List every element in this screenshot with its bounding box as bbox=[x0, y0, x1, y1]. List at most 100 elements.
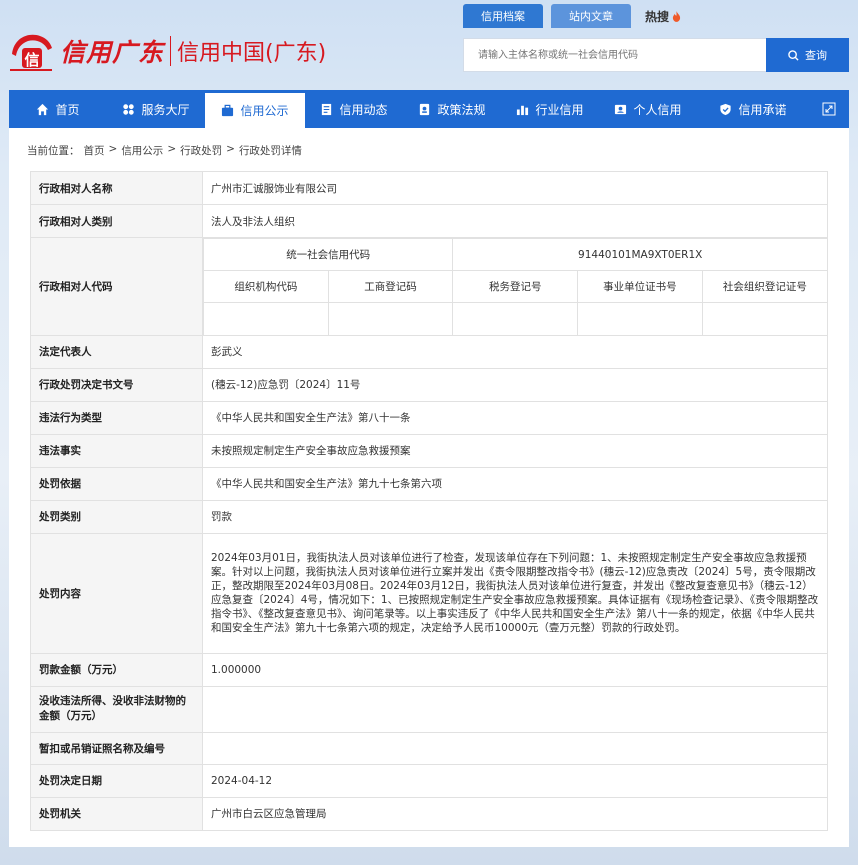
nav-item-label: 信用动态 bbox=[339, 102, 388, 117]
facts-label: 违法事实 bbox=[30, 433, 203, 468]
breadcrumb-home[interactable]: 首页 bbox=[84, 143, 105, 158]
shield-icon bbox=[720, 103, 732, 115]
search-icon bbox=[788, 49, 799, 61]
site-header: 信 信用广东 信用中国(广东) 信用档案 站内文章 热搜 查询 bbox=[0, 0, 858, 90]
authority-value: 广州市白云区应急管理局 bbox=[202, 796, 828, 831]
uscc-value: 91440101MA9XT0ER1X bbox=[452, 238, 827, 271]
penalty-type-value: 罚款 bbox=[202, 499, 828, 534]
document-icon bbox=[322, 103, 332, 115]
main-content: 当前位置： 首页 > 信用公示 > 行政处罚 > 行政处罚详情 行政相对人名称 … bbox=[9, 128, 849, 847]
breadcrumb-sep: > bbox=[167, 143, 177, 155]
logo-site-name: 信用中国(广东) bbox=[177, 41, 327, 66]
nav-item-industry-credit[interactable]: 行业信用 bbox=[501, 90, 599, 128]
table-row: 处罚类别 罚款 bbox=[30, 499, 828, 534]
breadcrumb-current: 行政处罚详情 bbox=[238, 145, 302, 157]
nav-item-credit-commitment[interactable]: 信用承诺 bbox=[697, 90, 809, 128]
table-row: 违法行为类型 《中华人民共和国安全生产法》第八十一条 bbox=[30, 400, 828, 435]
social-org-value bbox=[701, 302, 827, 335]
business-reg-header: 工商登记码 bbox=[327, 270, 454, 303]
category-label: 行政相对人类别 bbox=[30, 204, 203, 238]
table-row: 没收违法所得、没收非法财物的金额（万元） bbox=[30, 685, 828, 733]
book-icon bbox=[420, 103, 430, 115]
table-row: 行政相对人名称 广州市汇诚服饰业有限公司 bbox=[30, 171, 828, 205]
logo-emblem-icon: 信 bbox=[8, 28, 54, 74]
table-row: 法定代表人 彭武义 bbox=[30, 334, 828, 369]
tab-credit-archive[interactable]: 信用档案 bbox=[463, 4, 543, 28]
code-label: 行政相对人代码 bbox=[30, 237, 203, 336]
breadcrumb-credit-publicity[interactable]: 信用公示 bbox=[121, 143, 163, 158]
institution-cert-header: 事业单位证书号 bbox=[577, 270, 703, 303]
search-bar: 查询 bbox=[463, 38, 849, 72]
tax-reg-value bbox=[452, 302, 579, 335]
content-label: 处罚内容 bbox=[30, 532, 203, 654]
flame-icon bbox=[672, 10, 681, 22]
table-row: 罚款金额（万元） 1.000000 bbox=[30, 652, 828, 687]
nav-item-credit-publicity[interactable]: 信用公示 bbox=[205, 90, 305, 128]
rep-value: 彭武义 bbox=[202, 334, 828, 369]
basis-label: 处罚依据 bbox=[30, 466, 203, 501]
rep-label: 法定代表人 bbox=[30, 334, 203, 369]
nav-item-credit-news[interactable]: 信用动态 bbox=[305, 90, 403, 128]
search-input[interactable] bbox=[463, 38, 766, 72]
table-row: 行政相对人类别 法人及非法人组织 bbox=[30, 204, 828, 238]
basis-value: 《中华人民共和国安全生产法》第九十七条第六项 bbox=[202, 466, 828, 501]
nav-item-label: 首页 bbox=[55, 102, 80, 117]
institution-cert-value bbox=[577, 302, 703, 335]
table-row: 暂扣或吊销证照名称及编号 bbox=[30, 731, 828, 765]
doc-number-label: 行政处罚决定书文号 bbox=[30, 367, 203, 402]
main-nav: 首页 服务大厅 信用公示 信用动态 政策法规 行业信用 个人信用 信用承诺 bbox=[9, 90, 849, 128]
facts-value: 未按照规定制定生产安全事故应急救援预案 bbox=[202, 433, 828, 468]
hot-search[interactable]: 热搜 bbox=[645, 8, 681, 25]
social-org-header: 社会组织登记证号 bbox=[701, 270, 827, 303]
table-row: 处罚依据 《中华人民共和国安全生产法》第九十七条第六项 bbox=[30, 466, 828, 501]
violation-type-label: 违法行为类型 bbox=[30, 400, 203, 435]
search-button[interactable]: 查询 bbox=[766, 38, 849, 72]
name-label: 行政相对人名称 bbox=[30, 171, 203, 205]
search-button-label: 查询 bbox=[805, 50, 827, 62]
grid-icon bbox=[123, 103, 135, 115]
nav-item-home[interactable]: 首页 bbox=[9, 90, 107, 128]
nav-item-label: 信用承诺 bbox=[738, 102, 787, 117]
date-label: 处罚决定日期 bbox=[30, 763, 203, 798]
penalty-detail-table: 行政相对人名称 广州市汇诚服饰业有限公司 行政相对人类别 法人及非法人组织 行政… bbox=[30, 171, 828, 831]
tab-site-articles[interactable]: 站内文章 bbox=[551, 4, 631, 28]
table-row: 处罚内容 2024年03月01日，我街执法人员对该单位进行了检查，发现该单位存在… bbox=[30, 532, 828, 654]
confiscate-label: 没收违法所得、没收非法财物的金额（万元） bbox=[30, 685, 203, 733]
uscc-label: 统一社会信用代码 bbox=[202, 238, 454, 271]
table-row: 处罚机关 广州市白云区应急管理局 bbox=[30, 796, 828, 831]
authority-label: 处罚机关 bbox=[30, 796, 203, 831]
breadcrumb-sep: > bbox=[108, 143, 118, 155]
fullscreen-button[interactable] bbox=[809, 90, 849, 128]
home-icon bbox=[37, 103, 49, 115]
code-cell: 统一社会信用代码 91440101MA9XT0ER1X 组织机构代码 工商登记码… bbox=[202, 237, 828, 336]
revoke-value bbox=[202, 731, 828, 765]
nav-item-service-hall[interactable]: 服务大厅 bbox=[107, 90, 205, 128]
code-subtable: 统一社会信用代码 91440101MA9XT0ER1X 组织机构代码 工商登记码… bbox=[202, 238, 827, 335]
name-value: 广州市汇诚服饰业有限公司 bbox=[202, 171, 828, 205]
doc-number-value: (穗云-12)应急罚〔2024〕11号 bbox=[202, 367, 828, 402]
breadcrumb-sep: > bbox=[226, 143, 235, 155]
logo-brand: 信用广东 bbox=[60, 38, 165, 67]
content-value: 2024年03月01日，我街执法人员对该单位进行了检查，发现该单位存在下列问题：… bbox=[202, 532, 828, 654]
nav-item-personal-credit[interactable]: 个人信用 bbox=[599, 90, 697, 128]
table-row: 行政处罚决定书文号 (穗云-12)应急罚〔2024〕11号 bbox=[30, 367, 828, 402]
violation-type-value: 《中华人民共和国安全生产法》第八十一条 bbox=[202, 400, 828, 435]
nav-item-label: 个人信用 bbox=[633, 102, 682, 117]
business-reg-value bbox=[327, 302, 454, 335]
penalty-type-label: 处罚类别 bbox=[30, 499, 203, 534]
svg-text:信: 信 bbox=[24, 51, 39, 69]
tax-reg-header: 税务登记号 bbox=[452, 270, 579, 303]
logo-divider bbox=[170, 36, 172, 66]
bar-chart-icon bbox=[517, 105, 529, 115]
breadcrumb-admin-penalty[interactable]: 行政处罚 bbox=[180, 143, 222, 158]
nav-item-policy[interactable]: 政策法规 bbox=[403, 90, 501, 128]
breadcrumb: 当前位置： 首页 > 信用公示 > 行政处罚 > 行政处罚详情 bbox=[27, 143, 306, 158]
nav-item-label: 政策法规 bbox=[437, 102, 486, 117]
confiscate-value bbox=[202, 685, 828, 733]
amount-value: 1.000000 bbox=[202, 652, 828, 687]
table-row: 行政相对人代码 统一社会信用代码 91440101MA9XT0ER1X 组织机构… bbox=[30, 237, 828, 336]
id-card-icon bbox=[615, 104, 627, 114]
revoke-label: 暂扣或吊销证照名称及编号 bbox=[30, 731, 203, 765]
breadcrumb-prefix: 当前位置： bbox=[27, 145, 80, 157]
site-logo[interactable]: 信 信用广东 信用中国(广东) bbox=[8, 26, 348, 76]
